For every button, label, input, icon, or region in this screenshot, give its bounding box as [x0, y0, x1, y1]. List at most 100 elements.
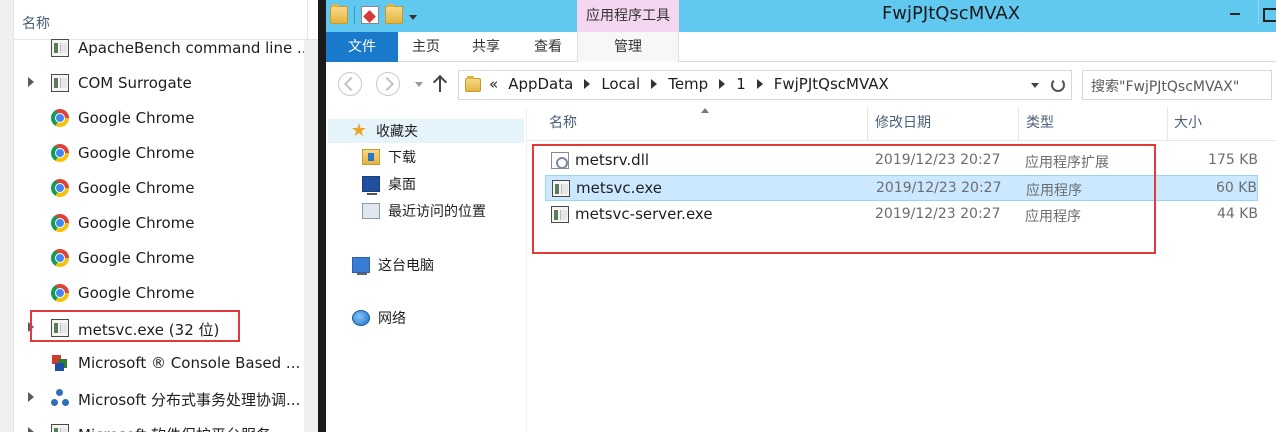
ribbon-tabs: 文件 主页 共享 查看 管理: [326, 32, 1276, 62]
column-header-modified[interactable]: 修改日期: [875, 107, 931, 141]
process-name: COM Surrogate: [78, 74, 192, 92]
tab-share[interactable]: 共享: [454, 32, 518, 62]
nav-downloads[interactable]: 下载: [362, 145, 416, 169]
search-placeholder: 搜索"FwjPJtQscMVAX": [1091, 79, 1240, 95]
navigation-pane: ★ 收藏夹 下载 桌面 最近访问的位置 这台电脑 网络: [326, 107, 526, 432]
process-name: Microsoft 软件保护平台服务: [78, 424, 271, 432]
breadcrumb-item[interactable]: 1: [736, 75, 746, 93]
process-name: Google Chrome: [78, 179, 195, 197]
process-name: Microsoft ® Console Based ...: [78, 354, 301, 372]
search-input[interactable]: 搜索"FwjPJtQscMVAX": [1082, 70, 1272, 100]
recent-locations-dropdown-icon[interactable]: [415, 82, 423, 87]
nav-recent-places[interactable]: 最近访问的位置: [362, 199, 486, 223]
process-row[interactable]: Google Chrome: [14, 206, 318, 241]
address-bar-row: « AppData Local Temp 1 FwjPJtQscMVAX 搜索"…: [326, 63, 1276, 107]
column-divider[interactable]: [1018, 107, 1019, 141]
file-size: 60 KB: [1215, 180, 1257, 196]
breadcrumb-separator-icon[interactable]: [756, 79, 763, 89]
process-row[interactable]: Google Chrome: [14, 241, 318, 276]
chrome-icon: [51, 179, 69, 197]
title-bar[interactable]: 应用程序工具 FwjPJtQscMVAX: [326, 0, 1276, 32]
address-bar[interactable]: « AppData Local Temp 1 FwjPJtQscMVAX: [458, 70, 1072, 100]
folder-icon: [465, 76, 481, 92]
file-explorer-window: 应用程序工具 FwjPJtQscMVAX 文件 主页 共享 查看 管理 « Ap…: [326, 0, 1276, 432]
breadcrumb-item[interactable]: Local: [601, 75, 640, 93]
file-size: 175 KB: [1208, 152, 1258, 168]
desktop-icon: [362, 176, 380, 195]
process-row[interactable]: Microsoft ® Console Based ...: [14, 346, 318, 381]
app-window-icon: [51, 74, 69, 92]
tab-home[interactable]: 主页: [398, 32, 454, 62]
process-row[interactable]: Google Chrome: [14, 136, 318, 171]
process-name: Google Chrome: [78, 109, 195, 127]
nav-label: 桌面: [388, 177, 416, 193]
scrollbar[interactable]: [304, 40, 318, 432]
nav-desktop[interactable]: 桌面: [362, 172, 416, 196]
new-folder-icon[interactable]: [385, 4, 403, 24]
recent-places-icon: [362, 203, 380, 219]
downloads-icon: [362, 149, 380, 165]
process-name: Google Chrome: [78, 249, 195, 267]
process-row[interactable]: Microsoft 软件保护平台服务: [14, 416, 318, 432]
process-row[interactable]: Google Chrome: [14, 276, 318, 311]
column-header-type[interactable]: 类型: [1026, 107, 1054, 141]
star-icon: ★: [350, 120, 368, 141]
window-divider: [318, 0, 326, 432]
process-name: Microsoft 分布式事务处理协调...: [78, 391, 301, 409]
customize-dropdown-icon[interactable]: [409, 14, 417, 20]
address-dropdown-icon[interactable]: [1031, 83, 1039, 88]
column-divider[interactable]: [1167, 107, 1168, 141]
app-window-icon: [51, 39, 69, 57]
breadcrumb-separator-icon[interactable]: [719, 79, 726, 89]
window-title-text: FwjPJtQscMVAX: [881, 3, 1021, 24]
process-name: Google Chrome: [78, 284, 195, 302]
expand-arrow-icon[interactable]: [28, 392, 34, 402]
folder-icon[interactable]: [330, 4, 348, 24]
expand-arrow-icon[interactable]: [28, 77, 34, 87]
contextual-tab-group-label: 应用程序工具: [577, 0, 679, 32]
column-divider[interactable]: [867, 107, 868, 141]
up-button[interactable]: [432, 74, 448, 94]
maximize-button[interactable]: [1258, 0, 1276, 24]
tab-manage[interactable]: 管理: [577, 32, 679, 62]
chrome-icon: [51, 214, 69, 232]
process-row[interactable]: Google Chrome: [14, 171, 318, 206]
breadcrumb-separator-icon[interactable]: [651, 79, 658, 89]
column-header-name[interactable]: 名称: [549, 107, 577, 141]
breadcrumb-item[interactable]: AppData: [508, 75, 573, 93]
network-icon: [352, 310, 370, 326]
nav-favorites[interactable]: ★ 收藏夹: [328, 119, 524, 143]
breadcrumb-item[interactable]: FwjPJtQscMVAX: [774, 75, 889, 93]
process-row[interactable]: Google Chrome: [14, 101, 318, 136]
task-manager-left-strip: [0, 0, 14, 432]
task-manager-panel: 名称 ApacheBench command line ... COM Surr…: [0, 0, 318, 432]
nav-label: 网络: [378, 311, 406, 327]
forward-button[interactable]: [376, 72, 400, 96]
red-highlight-box: [532, 144, 1156, 254]
red-highlight-box: [30, 310, 240, 342]
chrome-icon: [51, 249, 69, 267]
process-row[interactable]: COM Surrogate: [14, 66, 318, 101]
breadcrumb-separator-icon[interactable]: [584, 79, 591, 89]
toolbar-separator: [354, 6, 355, 24]
nav-this-pc[interactable]: 这台电脑: [352, 253, 434, 277]
refresh-icon[interactable]: [1051, 78, 1065, 92]
app-window-icon: [51, 424, 69, 432]
nav-label: 下载: [388, 150, 416, 166]
network-nodes-icon: [51, 389, 69, 407]
nav-network[interactable]: 网络: [352, 306, 406, 330]
process-row[interactable]: ApacheBench command line ...: [14, 31, 318, 66]
chrome-icon: [51, 284, 69, 302]
expand-arrow-icon[interactable]: [28, 427, 34, 432]
tab-file[interactable]: 文件: [326, 32, 398, 62]
process-row[interactable]: Microsoft 分布式事务处理协调...: [14, 381, 318, 416]
minimize-button[interactable]: [1218, 0, 1258, 24]
column-header-size[interactable]: 大小: [1174, 107, 1202, 141]
back-button[interactable]: [338, 72, 362, 96]
nav-label: 这台电脑: [378, 258, 434, 274]
properties-icon[interactable]: [361, 6, 379, 24]
quick-access-toolbar: [330, 4, 417, 25]
breadcrumb-item[interactable]: Temp: [668, 75, 708, 93]
tab-view[interactable]: 查看: [518, 32, 578, 62]
breadcrumb-overflow[interactable]: «: [489, 75, 498, 93]
